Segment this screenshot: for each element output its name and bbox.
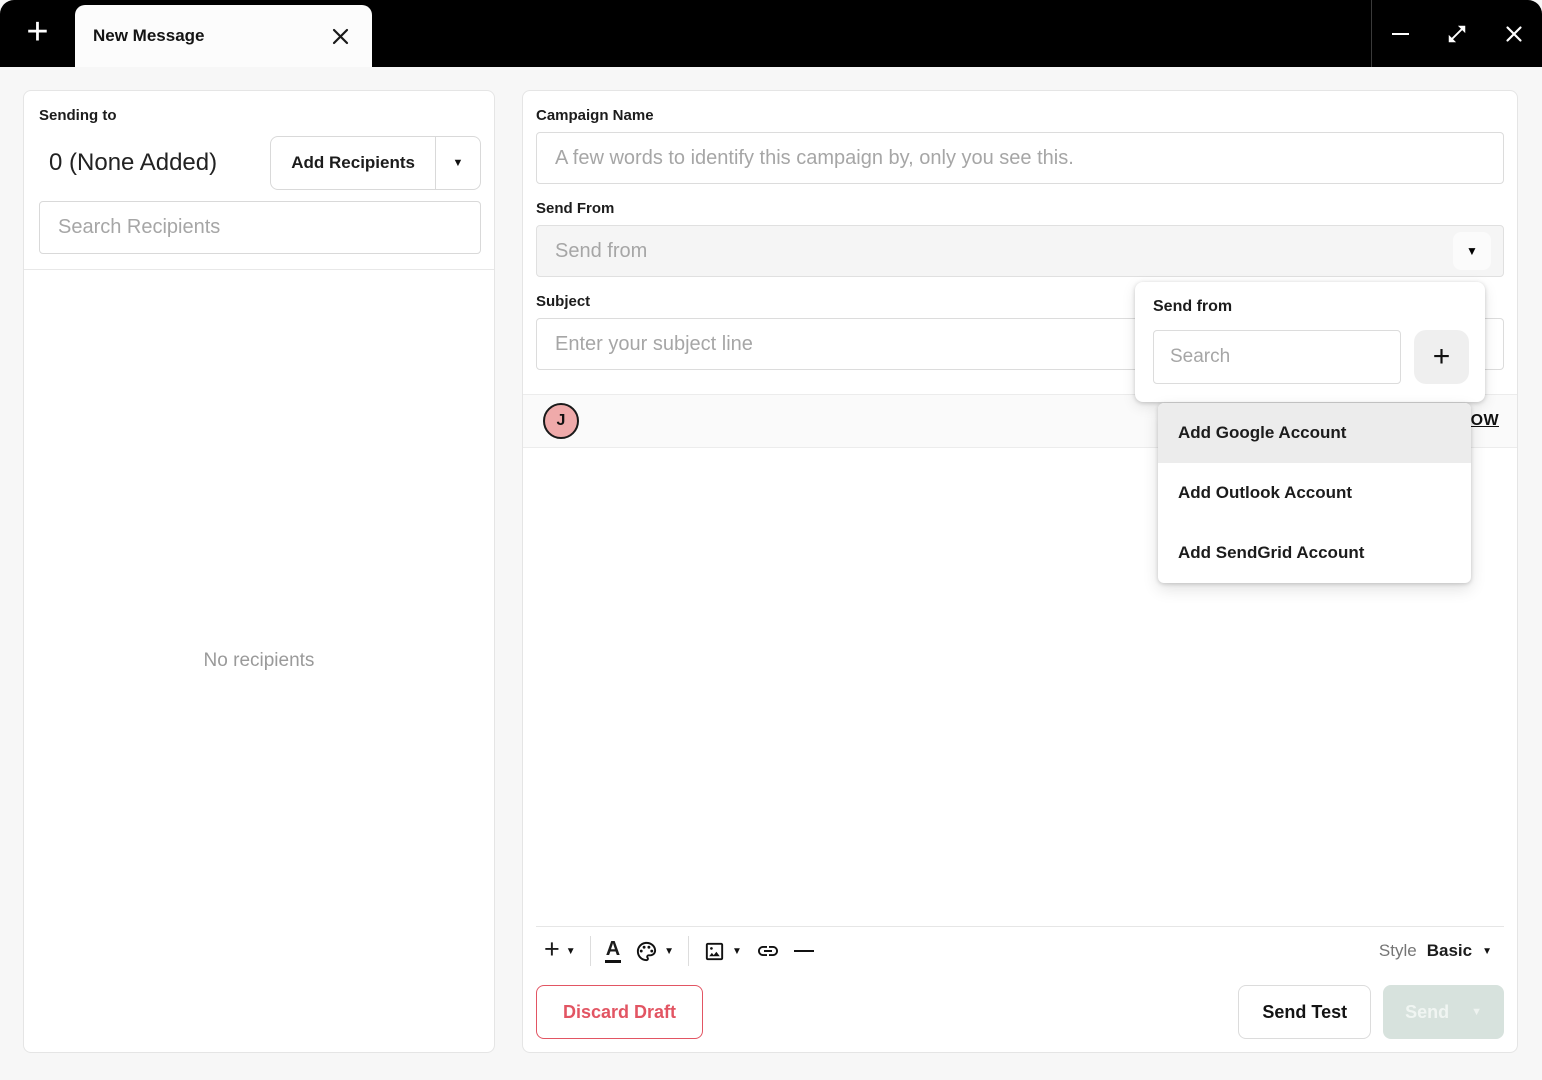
add-recipients-dropdown[interactable]: ▼ xyxy=(435,137,480,189)
send-test-button[interactable]: Send Test xyxy=(1238,985,1372,1039)
chevron-down-icon: ▼ xyxy=(1466,244,1478,258)
plus-icon: + xyxy=(26,10,49,53)
plus-icon: + xyxy=(1432,340,1451,373)
palette-icon xyxy=(637,941,657,961)
menu-item-add-outlook-account[interactable]: Add Outlook Account xyxy=(1158,463,1471,523)
recipients-panel: Sending to 0 (None Added) Add Recipients… xyxy=(23,90,495,1053)
menu-item-add-sendgrid-account[interactable]: Add SendGrid Account xyxy=(1158,523,1471,583)
divider xyxy=(688,936,690,966)
style-label: Style xyxy=(1378,941,1417,960)
horizontal-rule-button[interactable] xyxy=(793,949,814,953)
no-recipients-text: No recipients xyxy=(203,650,315,671)
insert-link-button[interactable] xyxy=(756,939,780,963)
discard-draft-button[interactable]: Discard Draft xyxy=(536,985,704,1039)
expand-icon xyxy=(1448,25,1466,42)
chevron-down-icon: ▼ xyxy=(1471,1006,1482,1018)
chevron-down-icon: ▼ xyxy=(452,157,464,169)
send-from-search-input[interactable] xyxy=(1153,330,1401,384)
text-color-button[interactable]: A xyxy=(604,939,622,963)
send-from-field[interactable]: Send from ▼ xyxy=(536,225,1504,277)
add-account-button[interactable]: + xyxy=(1414,330,1469,384)
chevron-down-icon: ▼ xyxy=(732,945,742,957)
maximize-button[interactable] xyxy=(1440,17,1474,51)
chevron-down-icon: ▼ xyxy=(1482,945,1492,957)
menu-item-add-google-account[interactable]: Add Google Account xyxy=(1158,403,1471,463)
add-recipients-label: Add Recipients xyxy=(291,153,415,172)
tab-close-button[interactable] xyxy=(326,22,354,50)
avatar: J xyxy=(543,403,579,439)
palette-button[interactable]: ▼ xyxy=(635,940,674,963)
new-tab-button[interactable]: + xyxy=(0,0,75,67)
add-recipients-button[interactable]: Add Recipients ▼ xyxy=(270,136,481,190)
tab-title: New Message xyxy=(93,26,205,45)
editor-toolbar: + ▼ A ▼ ▼ Style Basic ▼ xyxy=(536,926,1504,975)
row-link[interactable]: OW xyxy=(1471,412,1499,430)
close-icon xyxy=(1506,25,1522,42)
close-icon xyxy=(332,28,348,44)
add-account-menu: Add Google Account Add Outlook Account A… xyxy=(1158,403,1471,583)
format-color-text-icon: A xyxy=(604,939,622,963)
style-selector[interactable]: Style Basic ▼ xyxy=(1379,941,1496,961)
style-value: Basic xyxy=(1426,941,1473,960)
link-icon xyxy=(757,946,778,956)
compose-footer: Discard Draft Send Test Send ▼ xyxy=(523,975,1517,1052)
image-icon xyxy=(705,942,724,960)
send-button-label: Send xyxy=(1405,1001,1450,1022)
recipients-panel-header: Sending to 0 (None Added) Add Recipients… xyxy=(24,91,494,190)
campaign-name-input[interactable] xyxy=(536,132,1504,184)
minus-icon xyxy=(793,949,814,953)
window-titlebar: + New Message xyxy=(0,0,1542,67)
send-button[interactable]: Send ▼ xyxy=(1383,985,1504,1039)
plus-icon: + xyxy=(544,934,560,964)
insert-image-button[interactable]: ▼ xyxy=(703,940,742,963)
chevron-down-icon: ▼ xyxy=(664,945,675,957)
minimize-icon xyxy=(1391,32,1409,35)
send-from-popup: Send from + xyxy=(1135,282,1485,402)
sending-to-label: Sending to xyxy=(39,107,117,124)
window-close-button[interactable] xyxy=(1497,17,1531,51)
insert-menu-button[interactable]: + ▼ xyxy=(544,936,576,966)
recipient-count: 0 (None Added) xyxy=(49,149,218,176)
chevron-down-icon: ▼ xyxy=(565,945,576,957)
new-message-window: + New Message Sending to 0 (None Added) … xyxy=(0,0,1542,1080)
send-from-dropdown-button[interactable]: ▼ xyxy=(1453,232,1491,270)
send-from-popup-title: Send from xyxy=(1153,298,1233,315)
minimize-button[interactable] xyxy=(1383,17,1417,51)
divider xyxy=(589,936,591,966)
window-controls xyxy=(1371,0,1542,67)
send-from-label: Send From xyxy=(536,200,615,217)
tab-new-message[interactable]: New Message xyxy=(75,5,372,67)
send-from-placeholder: Send from xyxy=(555,239,648,262)
campaign-name-label: Campaign Name xyxy=(536,107,654,124)
search-recipients-input[interactable] xyxy=(39,201,481,254)
